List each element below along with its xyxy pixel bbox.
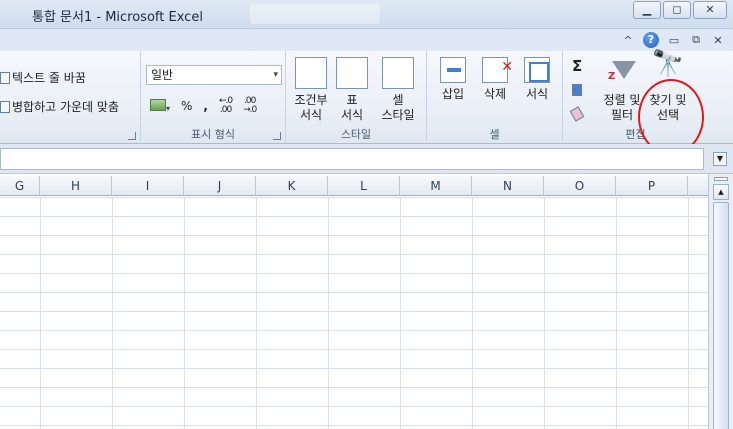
percent-button[interactable]: % <box>181 99 192 113</box>
minimize-button[interactable]: ▁ <box>633 1 661 19</box>
alignment-dialog-launcher[interactable] <box>128 132 136 140</box>
wrap-text-label: 텍스트 줄 바꿈 <box>12 71 86 85</box>
ribbon: 텍스트 줄 바꿈 병합하고 가운데 맞춤 표시 형식 일반 ▾ ▾ % , ←.… <box>0 51 733 144</box>
autosum-button[interactable]: Σ <box>572 57 582 75</box>
format-cells-icon <box>524 57 550 83</box>
cell-styles-icon <box>382 57 414 89</box>
workbook-minimize-icon[interactable]: ▭ <box>667 34 681 47</box>
gridline <box>40 197 41 429</box>
cell-styles-label-2: 스타일 <box>381 108 415 122</box>
chevron-down-icon: ▾ <box>273 70 278 80</box>
gridline <box>256 197 257 429</box>
number-dialog-launcher[interactable] <box>273 132 281 140</box>
sort-filter-label: 정렬 및 <box>603 93 641 107</box>
number-format-select[interactable]: 일반 ▾ <box>146 65 282 85</box>
eraser-icon <box>569 106 585 122</box>
scroll-thumb[interactable] <box>713 202 729 429</box>
clear-button[interactable] <box>569 106 585 122</box>
merge-center-button[interactable]: 병합하고 가운데 맞춤 <box>0 98 119 115</box>
comma-button[interactable]: , <box>203 99 208 113</box>
sort-filter-icon: Z <box>608 57 636 89</box>
conditional-format-icon <box>295 57 327 89</box>
blurred-background <box>250 4 380 24</box>
column-header-l[interactable]: L <box>328 176 400 196</box>
format-table-icon <box>336 57 368 89</box>
gridline <box>184 197 185 429</box>
ribbon-tab-row: ^ ? ▭ ⧉ ✕ <box>0 29 733 51</box>
delete-label: 삭제 <box>483 87 507 101</box>
format-table-label: 표 <box>346 93 358 107</box>
help-icon[interactable]: ? <box>643 32 659 48</box>
column-header-p[interactable]: P <box>616 176 688 196</box>
merge-center-icon <box>0 101 10 113</box>
format-table-label-2: 서식 <box>340 108 364 122</box>
number-group-label: 표시 형식 <box>191 128 235 141</box>
currency-icon <box>150 98 166 111</box>
wrap-text-icon <box>0 72 10 84</box>
title-bar: 통합 문서1 - Microsoft Excel ▁ ◻ ✕ <box>0 0 733 29</box>
cell-styles-button[interactable]: 셀 스타일 <box>374 57 422 123</box>
conditional-format-label-2: 서식 <box>299 108 323 122</box>
scroll-up-icon[interactable]: ▲ <box>713 184 729 200</box>
styles-group-label: 스타일 <box>340 128 372 141</box>
alignment-group: 텍스트 줄 바꿈 병합하고 가운데 맞춤 <box>0 51 141 144</box>
column-headers: G H I J K L M N O P <box>0 176 708 196</box>
column-header-k[interactable]: K <box>256 176 328 196</box>
formula-bar: ▼ <box>0 144 733 174</box>
decrease-decimal-button[interactable]: .00 →.0 <box>243 97 257 115</box>
conditional-format-label: 조건부 <box>294 93 328 107</box>
workbook-restore-icon[interactable]: ⧉ <box>689 33 703 47</box>
close-button[interactable]: ✕ <box>693 1 727 19</box>
worksheet-grid[interactable] <box>0 197 708 429</box>
gridline <box>688 197 689 429</box>
increase-decimal-button[interactable]: ←.0 .00 <box>219 97 233 115</box>
column-header-o[interactable]: O <box>544 176 616 196</box>
formula-input[interactable] <box>0 148 704 170</box>
gridline <box>472 197 473 429</box>
merge-center-label: 병합하고 가운데 맞춤 <box>12 100 119 114</box>
gridline <box>400 197 401 429</box>
cell-styles-label: 셀 <box>392 93 404 107</box>
vertical-scrollbar[interactable]: ▲ <box>708 174 733 429</box>
insert-button[interactable]: 삽입 <box>436 57 470 102</box>
column-header-n[interactable]: N <box>472 176 544 196</box>
workbook-close-icon[interactable]: ✕ <box>711 34 725 47</box>
accounting-format-button[interactable]: ▾ <box>150 98 171 114</box>
restore-button[interactable]: ◻ <box>663 1 691 19</box>
column-header-g[interactable]: G <box>0 176 40 196</box>
window-title: 통합 문서1 - Microsoft Excel <box>32 10 203 25</box>
number-format-value: 일반 <box>151 68 174 82</box>
gridline <box>616 197 617 429</box>
format-as-table-button[interactable]: 표 서식 <box>334 57 370 123</box>
chevron-down-icon: ▾ <box>166 103 171 113</box>
split-handle[interactable] <box>714 177 728 181</box>
conditional-format-button[interactable]: 조건부 서식 <box>290 57 332 123</box>
gridline <box>112 197 113 429</box>
cells-group-label: 셀 <box>489 128 500 141</box>
insert-label: 삽입 <box>441 87 465 101</box>
format-cells-label: 서식 <box>525 87 549 101</box>
delete-cells-icon <box>482 57 513 83</box>
format-cells-button[interactable]: 서식 <box>520 57 554 102</box>
gridline <box>544 197 545 429</box>
expand-formula-bar-icon[interactable]: ▼ <box>713 152 727 166</box>
ribbon-collapse-icon[interactable]: ^ <box>621 34 635 47</box>
wrap-text-button[interactable]: 텍스트 줄 바꿈 <box>0 69 86 86</box>
sigma-icon: Σ <box>572 57 583 75</box>
column-header-j[interactable]: J <box>184 176 256 196</box>
delete-button[interactable]: 삭제 <box>478 57 513 102</box>
insert-cells-icon <box>440 57 466 83</box>
column-header-i[interactable]: I <box>112 176 184 196</box>
column-header-m[interactable]: M <box>400 176 472 196</box>
fill-button[interactable] <box>572 83 584 97</box>
fill-down-icon <box>572 84 582 96</box>
column-header-h[interactable]: H <box>40 176 112 196</box>
gridline <box>328 197 329 429</box>
